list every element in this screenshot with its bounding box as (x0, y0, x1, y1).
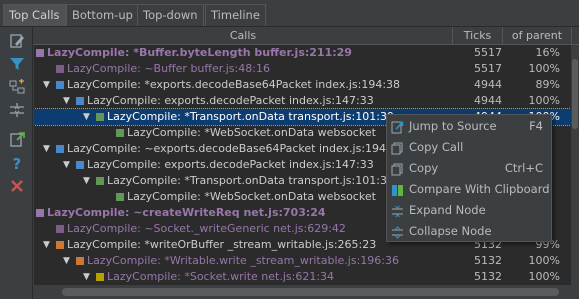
jump-to-source-icon (391, 120, 404, 134)
collapse-node-icon (391, 225, 404, 239)
menu-item-label: Copy (409, 161, 439, 175)
menu-item-shortcut: F4 (529, 119, 543, 133)
vertical-scrollbar[interactable] (571, 45, 579, 299)
row-call: LazyCompile: ~exports.decodeBase64Packet… (67, 142, 404, 155)
node-type-icon (96, 273, 104, 281)
menu-item-label: Jump to Source (409, 119, 497, 133)
row-percent: 100% (528, 94, 560, 107)
expand-toggle-icon[interactable]: ▼ (43, 237, 53, 253)
row-call: LazyCompile: *WebSocket.onData websocket (127, 126, 376, 139)
node-type-icon (56, 81, 64, 89)
table-row[interactable]: ▼ LazyCompile: *Socket.write net.js:621:… (34, 269, 571, 285)
menu-item-label: Expand Node (409, 203, 486, 217)
row-call: LazyCompile: ~Socket._writeGeneric net.j… (67, 222, 346, 235)
node-type-icon (116, 129, 124, 137)
tab-bottom-up[interactable]: Bottom-up (66, 4, 139, 26)
menu-item-jump-to-source[interactable]: Jump to Source F4 (387, 116, 551, 137)
row-call: LazyCompile: exports.decodePacket index.… (87, 94, 374, 107)
row-percent: 100% (528, 270, 560, 283)
menu-item-copy-call[interactable]: Copy Call (387, 137, 551, 158)
tab-timeline[interactable]: Timeline (205, 4, 266, 26)
edit-icon[interactable] (8, 32, 26, 50)
tab-bar: Top Calls Bottom-up Top-down Timeline (0, 0, 579, 27)
table-row[interactable]: ▼ LazyCompile: *Writable.write _stream_w… (34, 253, 571, 269)
expand-toggle-icon[interactable]: ▼ (63, 93, 73, 109)
menu-item-copy[interactable]: Copy Ctrl+C (387, 158, 551, 179)
menu-item-collapse-node[interactable]: Collapse Node (387, 221, 551, 242)
node-type-icon (56, 145, 64, 153)
collapse-all-icon[interactable] (8, 101, 26, 119)
table-row[interactable]: LazyCompile: *Buffer.byteLength buffer.j… (34, 45, 571, 61)
expand-toggle-icon[interactable]: ▼ (43, 141, 53, 157)
menu-item-label: Compare With Clipboard (409, 182, 550, 196)
tab-top-calls[interactable]: Top Calls (3, 4, 66, 26)
table-header: Calls Ticks of parent (34, 27, 579, 45)
row-call: LazyCompile: *WebSocket.onData websocket (127, 190, 376, 203)
row-call: LazyCompile: exports.decodePacket index.… (87, 158, 374, 171)
node-type-icon (116, 193, 124, 201)
close-icon[interactable] (8, 177, 26, 195)
node-type-icon (56, 65, 64, 73)
row-percent: 100% (528, 254, 560, 267)
expand-toggle-icon[interactable]: ▼ (43, 77, 53, 93)
row-percent: 100% (528, 62, 560, 75)
expand-toggle-icon[interactable]: ▼ (63, 253, 73, 269)
node-type-icon (96, 177, 104, 185)
export-icon[interactable] (8, 130, 26, 148)
horizontal-scrollbar[interactable] (34, 285, 571, 299)
table-row[interactable]: ▼ LazyCompile: exports.decodePacket inde… (34, 93, 571, 109)
row-call: LazyCompile: *Transport.onData transport… (107, 174, 387, 187)
context-menu: Jump to Source F4 Copy Call Copy Ctrl+C … (386, 114, 552, 242)
row-percent: 16% (535, 46, 560, 59)
node-type-icon (36, 49, 44, 57)
node-type-icon (36, 209, 44, 217)
menu-item-compare-with-clipboard[interactable]: Compare With Clipboard (387, 179, 551, 200)
node-type-icon (56, 241, 64, 249)
table-row[interactable]: ▼ LazyCompile: *exports.decodeBase64Pack… (34, 77, 571, 93)
row-call: LazyCompile: *Socket.write net.js:621:34 (107, 270, 335, 283)
help-icon[interactable]: ? (8, 154, 26, 172)
filter-icon[interactable] (8, 55, 26, 73)
row-call: LazyCompile: *Transport.onData transport… (107, 110, 394, 123)
node-type-icon (76, 257, 84, 265)
expand-toggle-icon[interactable]: ▼ (83, 269, 93, 285)
node-type-icon (76, 97, 84, 105)
menu-item-label: Copy Call (409, 140, 464, 154)
header-corner (571, 27, 579, 45)
row-call: LazyCompile: ~createWriteReq net.js:703:… (47, 206, 326, 219)
row-call: LazyCompile: *exports.decodeBase64Packet… (67, 78, 401, 91)
tab-top-down[interactable]: Top-down (137, 4, 204, 26)
vertical-scroll-thumb[interactable] (572, 59, 578, 129)
menu-item-expand-node[interactable]: Expand Node (387, 200, 551, 221)
column-header-ticks[interactable]: Ticks (452, 27, 502, 45)
expand-toggle-icon[interactable]: ▼ (83, 109, 93, 125)
copy-icon (391, 162, 404, 176)
side-toolbar: ? (0, 27, 33, 299)
row-call: LazyCompile: *Buffer.byteLength buffer.j… (47, 46, 352, 59)
row-call: LazyCompile: ~Buffer buffer.js:48:16 (67, 62, 270, 75)
expand-toggle-icon[interactable]: ▼ (63, 157, 73, 173)
node-type-icon (76, 161, 84, 169)
compare-icon (391, 183, 404, 196)
node-type-icon (56, 225, 64, 233)
row-call: LazyCompile: *Writable.write _stream_wri… (87, 254, 399, 267)
row-call: LazyCompile: *writeOrBuffer _stream_writ… (67, 238, 377, 251)
menu-item-label: Collapse Node (409, 224, 492, 238)
row-percent: 89% (535, 78, 560, 91)
menu-item-shortcut: Ctrl+C (504, 161, 543, 175)
expand-all-icon[interactable] (8, 78, 26, 96)
column-header-calls[interactable]: Calls (34, 27, 452, 45)
expand-node-icon (391, 204, 404, 218)
column-header-of-parent[interactable]: of parent (502, 27, 571, 45)
horizontal-scroll-thumb[interactable] (62, 288, 559, 296)
expand-toggle-icon[interactable]: ▼ (83, 173, 93, 189)
svg-text:?: ? (13, 155, 22, 171)
copy-call-icon (391, 141, 404, 155)
table-row[interactable]: LazyCompile: ~Buffer buffer.js:48:16 551… (34, 61, 571, 77)
node-type-icon (96, 113, 104, 121)
